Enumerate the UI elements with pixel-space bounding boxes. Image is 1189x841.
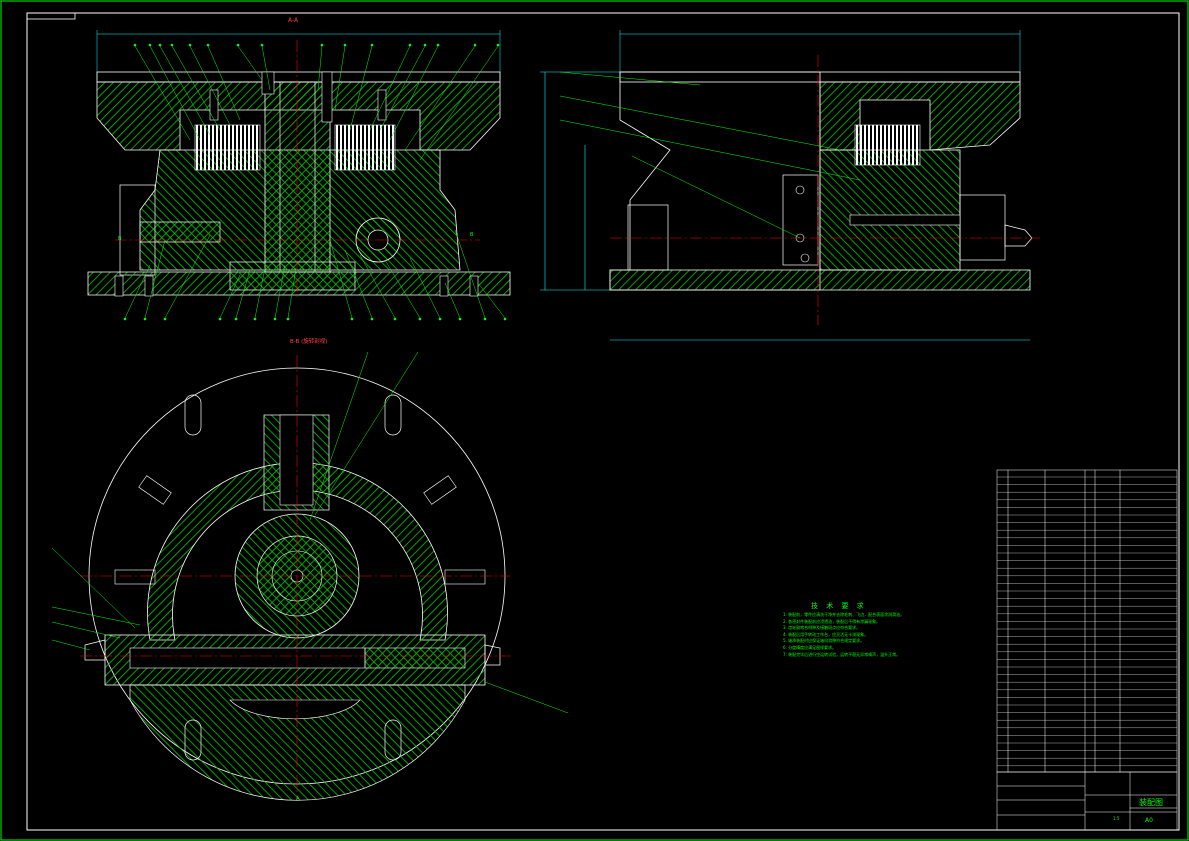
requirement-7: 7. 装配完毕后进行空运转试验，运转平稳无异常噪声，温升正常。 [783, 651, 901, 657]
section-bb-label: B-B (旋转剖视) [290, 337, 327, 345]
parts-list-table [996, 469, 1178, 773]
section-aa-label: A-A [288, 17, 299, 24]
drawing-scale: 1:5 [1113, 816, 1120, 821]
view-marker-b-left: B [118, 236, 122, 242]
section-aa-view: A-A B B [87, 17, 511, 321]
technical-requirements-title: 技 术 要 求 [811, 602, 867, 610]
view-marker-a-bottom: A [296, 796, 300, 802]
requirement-6: 6. 分度精度应满足图样要求。 [783, 644, 837, 650]
parts-list-rows [997, 476, 1177, 766]
requirement-3: 3. 齿轮副啮合侧隙及接触斑点应符合要求。 [783, 625, 861, 631]
view-marker-b-right: B [470, 232, 474, 238]
requirement-1: 1. 装配前，零件应清洗干净并去除毛刺、飞边，配合表面涂润滑油。 [783, 612, 905, 617]
drawing-name: 装配图 [1139, 797, 1163, 807]
cad-drawing-sheet: A-A B B B-B (旋转剖视) A 装配图 A0 1:5 [0, 0, 1189, 841]
sheet-size: A0 [1145, 817, 1153, 824]
requirement-5: 5. 轴承装配时应保证轴向游隙符合规定要求。 [783, 638, 865, 644]
side-view [540, 30, 1040, 341]
technical-requirements: 技 术 要 求 1. 装配前，零件应清洗干净并去除毛刺、飞边，配合表面涂润滑油。… [783, 603, 933, 658]
section-bb-view: B-B (旋转剖视) A [51, 337, 569, 802]
corner-tab [26, 12, 76, 20]
